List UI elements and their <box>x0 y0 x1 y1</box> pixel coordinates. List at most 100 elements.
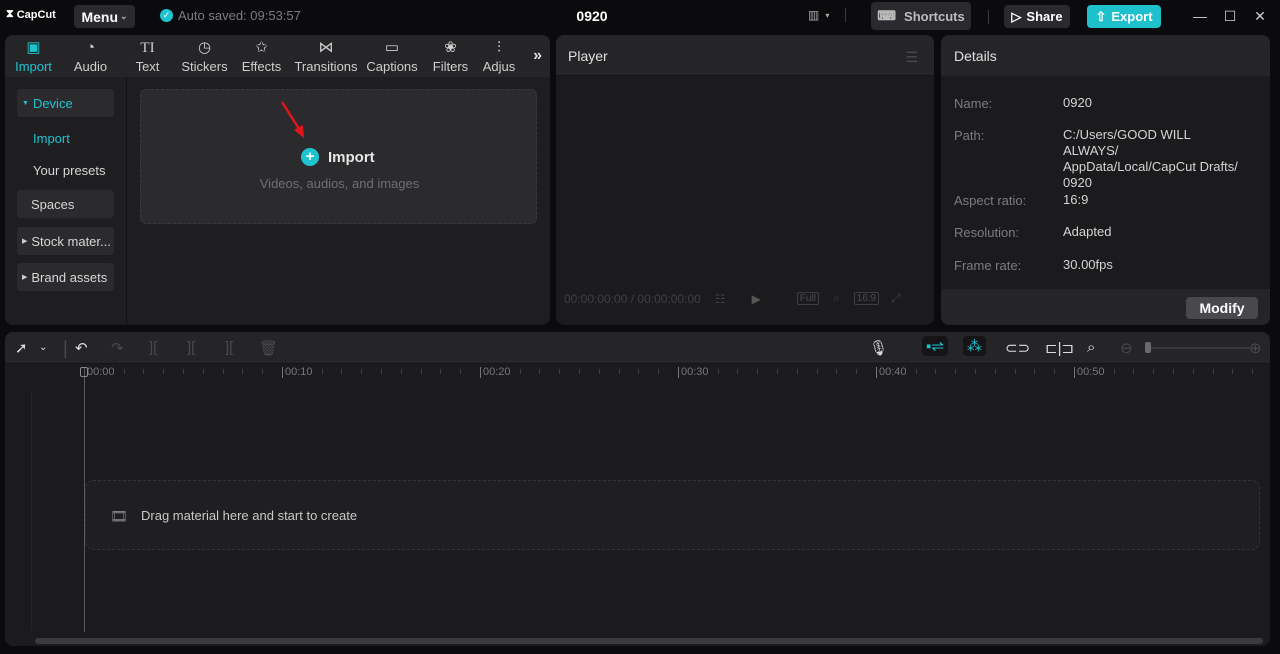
tab-adjust[interactable]: ⫶ Adjus <box>479 35 519 77</box>
tab-transitions[interactable]: ⋈ Transitions <box>290 35 362 77</box>
tab-stickers[interactable]: ◷ Stickers <box>176 35 233 77</box>
caret-right-icon: ▶ <box>22 274 28 281</box>
cursor-select-icon[interactable]: ➚ <box>15 339 28 357</box>
red-arrow-annotation <box>280 101 304 138</box>
aspect-ratio-button[interactable]: 16:9 <box>853 292 880 305</box>
zoom-slider-track[interactable] <box>1150 347 1250 349</box>
ruler-label: 00:30 <box>678 367 709 378</box>
ruler-label: 00:10 <box>282 367 313 378</box>
ruler-tick <box>420 369 422 374</box>
ruler-tick <box>737 369 739 374</box>
ruler-tick <box>321 369 323 374</box>
ruler-tick <box>915 369 917 374</box>
close-icon[interactable]: ✕ <box>1250 8 1270 25</box>
chevron-down-icon[interactable]: ⌄ <box>39 342 47 353</box>
tab-label: Audio <box>73 58 108 74</box>
ruler-tick <box>935 369 937 374</box>
zoom-in-icon[interactable]: ⊕ <box>1249 339 1262 357</box>
details-title: Details <box>954 48 997 64</box>
tab-label: Captions <box>366 58 418 74</box>
sidebar-item-stock[interactable]: ▶ Stock mater... <box>17 227 114 255</box>
share-button[interactable]: ▷ Share <box>1004 5 1070 28</box>
keyboard-icon: ⌨ <box>877 8 897 23</box>
zoom-out-icon[interactable]: ⊖ <box>1120 339 1133 357</box>
tab-filters[interactable]: ❀ Filters <box>422 35 479 77</box>
tab-label: Adjus <box>482 58 516 74</box>
sidebar-item-import[interactable]: Import <box>33 131 70 146</box>
tab-audio[interactable]: ◔ Audio <box>62 35 119 77</box>
ruler-tick <box>143 369 145 374</box>
undo-icon[interactable]: ↶ <box>75 339 88 357</box>
sidebar-item-spaces[interactable]: Spaces <box>17 190 114 218</box>
zoom-fit-icon[interactable]: ⌕ <box>833 291 840 306</box>
media-content: + Import Videos, audios, and images <box>128 77 550 325</box>
detail-label: Name: <box>954 96 993 111</box>
link-icon[interactable]: ⊂⊃ <box>1005 339 1030 357</box>
more-tabs-icon[interactable]: » <box>533 47 542 65</box>
trim-left-icon[interactable]: ][ <box>187 339 195 356</box>
time-ruler[interactable]: 00:00 00:10 00:20 00:30 00:40 00:50 <box>5 365 1270 387</box>
delete-icon[interactable]: 🗑 <box>259 339 278 357</box>
import-button[interactable]: + Import <box>301 148 375 166</box>
timecode: 00:00:00:00 / 00:00:00:00 <box>564 291 701 306</box>
check-circle-icon: ✓ <box>160 9 173 22</box>
layout-button[interactable]: ▥ ▾ <box>808 8 847 22</box>
sidebar-item-brand[interactable]: ▶ Brand assets <box>17 263 114 291</box>
ruler-tick <box>1113 369 1115 374</box>
upload-icon: ⇧ <box>1095 8 1107 24</box>
ruler-tick <box>222 369 224 374</box>
zoom-slider-handle[interactable] <box>1145 342 1151 353</box>
caret-right-icon: ▶ <box>22 238 28 245</box>
minimize-icon[interactable]: — <box>1190 8 1210 24</box>
track-gutter <box>31 390 32 630</box>
maximize-icon[interactable]: ☐ <box>1220 8 1240 25</box>
chevron-down-icon: ⌄ <box>120 11 128 21</box>
divider <box>988 10 989 24</box>
timeline-toolbar: ➚ ⌄ | ↶ ↷ ][ ][ ][ 🗑 🎙 ▪⇌ ⁂ ⊂⊃ ⊏|⊐ ⌕ ⊖ ⊕ <box>5 332 1270 364</box>
full-quality-button[interactable]: Full <box>796 292 819 305</box>
ruler-tick <box>757 369 759 374</box>
trim-right-icon[interactable]: ][ <box>225 339 233 356</box>
capcut-logo: ⧗ CapCut <box>6 8 56 21</box>
ruler-tick <box>1153 369 1155 374</box>
tab-import[interactable]: ▣ Import <box>5 35 62 77</box>
playhead-handle[interactable] <box>80 367 88 377</box>
timeline-dropzone[interactable]: 🎞 Drag material here and start to create <box>85 480 1260 550</box>
microphone-icon[interactable]: 🎙 <box>869 339 888 357</box>
horizontal-scrollbar[interactable] <box>35 638 1263 644</box>
media-tabs: ▣ Import ◔ Audio TI Text ◷ Stickers ✩ Effects… <box>5 35 550 77</box>
transitions-icon: ⋈ <box>318 38 334 56</box>
ruler-tick <box>1232 369 1234 374</box>
import-label: Import <box>328 148 375 166</box>
play-icon[interactable]: ▶ <box>752 292 761 306</box>
ruler-tick <box>519 369 521 374</box>
menu-button[interactable]: Menu ⌄ <box>74 5 135 28</box>
tab-effects[interactable]: ✩ Effects <box>233 35 290 77</box>
magnet-main-track-icon[interactable]: ▪⇌ <box>922 336 948 356</box>
detail-framerate-value: 30.00fps <box>1063 257 1113 272</box>
grid-icon[interactable]: ☷ <box>715 292 726 306</box>
sidebar-item-presets[interactable]: Your presets <box>33 163 106 178</box>
modify-button[interactable]: Modify <box>1186 297 1258 319</box>
detail-resolution-value: Adapted <box>1063 224 1112 239</box>
fullscreen-icon[interactable]: ⤢ <box>891 291 901 306</box>
preview-axis-icon[interactable]: ⌕ <box>1087 339 1095 356</box>
shortcuts-button[interactable]: ⌨ Shortcuts <box>871 2 971 30</box>
export-button[interactable]: ⇧ Export <box>1087 5 1161 28</box>
redo-icon[interactable]: ↷ <box>111 339 124 357</box>
tab-text[interactable]: TI Text <box>119 35 176 77</box>
ruler-tick <box>1173 369 1174 374</box>
tab-label: Text <box>135 58 160 74</box>
split-preview-icon[interactable]: ⊏|⊐ <box>1045 339 1074 357</box>
menu-lines-icon[interactable]: ☰ <box>905 49 918 66</box>
text-icon: TI <box>140 39 155 56</box>
ruler-label: 00:00 <box>84 367 115 378</box>
tab-label: Filters <box>432 58 469 74</box>
split-icon[interactable]: ][ <box>149 339 157 356</box>
auto-snap-icon[interactable]: ⁂ <box>963 336 986 356</box>
import-dropzone[interactable]: + Import Videos, audios, and images <box>140 89 537 224</box>
sidebar-label: Device <box>32 95 73 111</box>
tab-captions[interactable]: ▭ Captions <box>362 35 422 77</box>
sidebar-item-device[interactable]: ▼ Device <box>17 89 114 117</box>
project-title[interactable]: 0920 <box>560 8 624 24</box>
